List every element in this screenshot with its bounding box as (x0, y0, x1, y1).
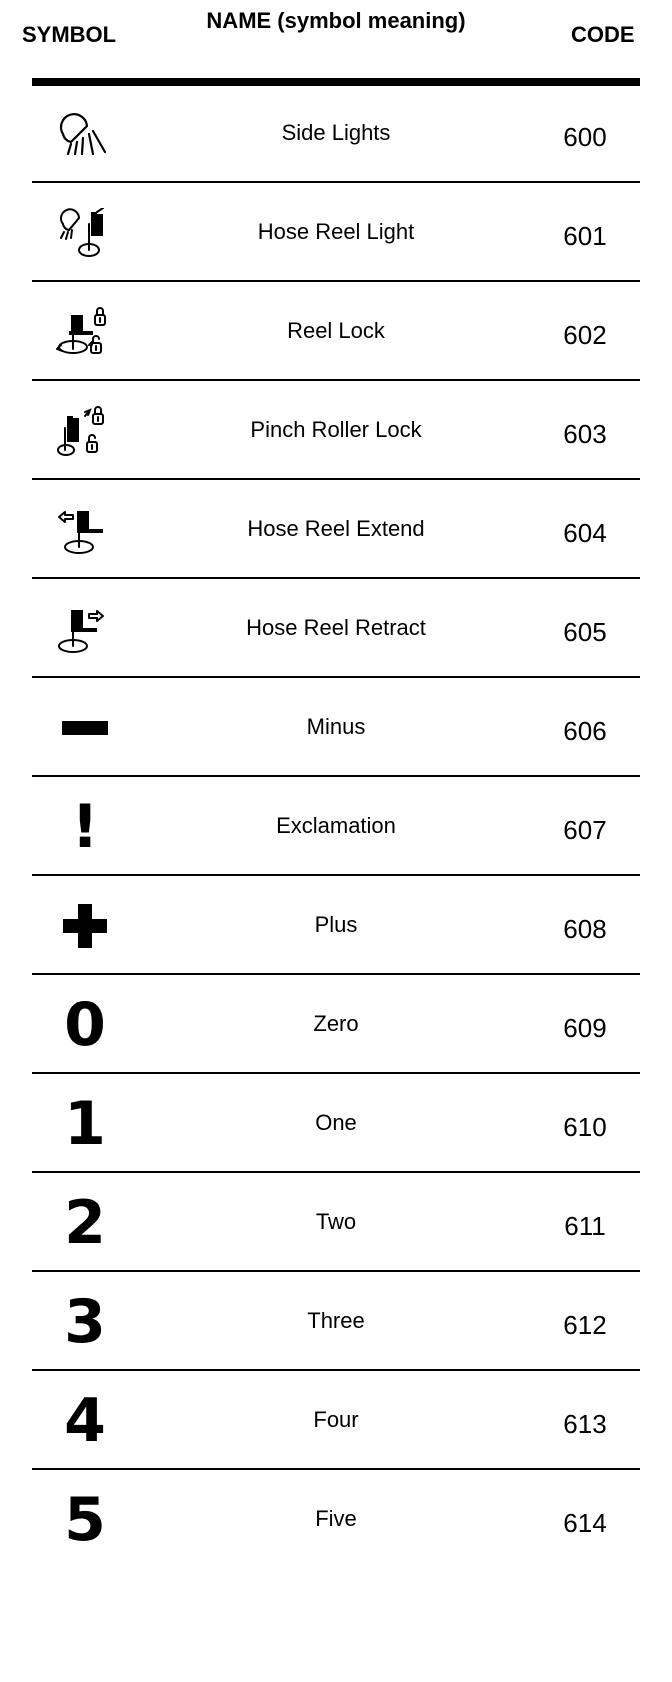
table-header: SYMBOL NAME (symbol meaning) CODE (0, 0, 672, 88)
three-glyph: 3 (64, 1286, 106, 1357)
symbol-name: Five (315, 1506, 357, 1531)
symbol-name: Side Lights (281, 120, 391, 145)
symbol-code: 607 (563, 815, 607, 845)
one-glyph: 1 (64, 1088, 106, 1159)
table-row: Pinch Roller Lock 603 (0, 381, 672, 480)
table-row: Plus 608 (0, 876, 672, 975)
symbol-name: One (315, 1110, 357, 1135)
symbol-code: 611 (564, 1211, 606, 1241)
two-glyph: 2 (64, 1187, 106, 1258)
minus-icon (40, 678, 130, 777)
code-column-header: CODE (571, 22, 635, 47)
symbol-code: 605 (563, 617, 607, 647)
hose-reel-retract-icon (40, 579, 130, 678)
symbol-name: Two (315, 1209, 357, 1234)
plus-icon (40, 876, 130, 975)
four-glyph: 4 (64, 1385, 106, 1456)
table-row: 4 Four 613 (0, 1371, 672, 1470)
symbol-code: 614 (563, 1508, 607, 1538)
five-icon: 5 (40, 1470, 130, 1569)
symbol-name: Four (313, 1407, 359, 1432)
side-lights-icon (40, 84, 130, 183)
reel-lock-icon (40, 282, 130, 381)
exclamation-icon: ! (40, 777, 130, 876)
symbol-name: Plus (314, 912, 358, 937)
table-row: Hose Reel Light 601 (0, 183, 672, 282)
table-row: Hose Reel Extend 604 (0, 480, 672, 579)
symbol-name: Minus (306, 714, 366, 739)
zero-glyph: 0 (64, 989, 106, 1060)
table-row: 1 One 610 (0, 1074, 672, 1173)
symbol-name: Pinch Roller Lock (250, 417, 422, 442)
table-row: 3 Three 612 (0, 1272, 672, 1371)
symbol-name: Three (307, 1308, 365, 1333)
symbol-code: 613 (563, 1409, 607, 1439)
zero-icon: 0 (40, 975, 130, 1074)
two-icon: 2 (40, 1173, 130, 1272)
symbol-code: 601 (563, 221, 607, 251)
pinch-roller-lock-icon (40, 381, 130, 480)
symbol-name: Zero (313, 1011, 359, 1036)
symbol-name: Hose Reel Light (257, 219, 415, 244)
one-icon: 1 (40, 1074, 130, 1173)
three-icon: 3 (40, 1272, 130, 1371)
table-row: Hose Reel Retract 605 (0, 579, 672, 678)
symbol-code: 609 (563, 1013, 607, 1043)
symbol-name: Hose Reel Extend (247, 516, 425, 541)
table-row: Reel Lock 602 (0, 282, 672, 381)
symbol-name: Hose Reel Retract (246, 615, 426, 640)
symbol-code: 603 (563, 419, 607, 449)
table-row: 5 Five 614 (0, 1470, 672, 1569)
symbol-name: Exclamation (276, 813, 396, 838)
hose-reel-extend-icon (40, 480, 130, 579)
symbol-code: 604 (563, 518, 607, 548)
symbol-code: 602 (563, 320, 607, 350)
symbol-code: 606 (563, 716, 607, 746)
symbol-code: 608 (563, 914, 607, 944)
exclamation-glyph: ! (71, 791, 99, 862)
table-row: 0 Zero 609 (0, 975, 672, 1074)
table-row: ! Exclamation 607 (0, 777, 672, 876)
table-row: Side Lights 600 (0, 84, 672, 183)
table-row: Minus 606 (0, 678, 672, 777)
four-icon: 4 (40, 1371, 130, 1470)
symbol-code: 600 (563, 122, 607, 152)
hose-reel-light-icon (40, 183, 130, 282)
symbol-code: 610 (563, 1112, 607, 1142)
symbol-code: 612 (563, 1310, 607, 1340)
symbol-name: Reel Lock (287, 318, 385, 343)
five-glyph: 5 (64, 1484, 106, 1555)
table-row: 2 Two 611 (0, 1173, 672, 1272)
